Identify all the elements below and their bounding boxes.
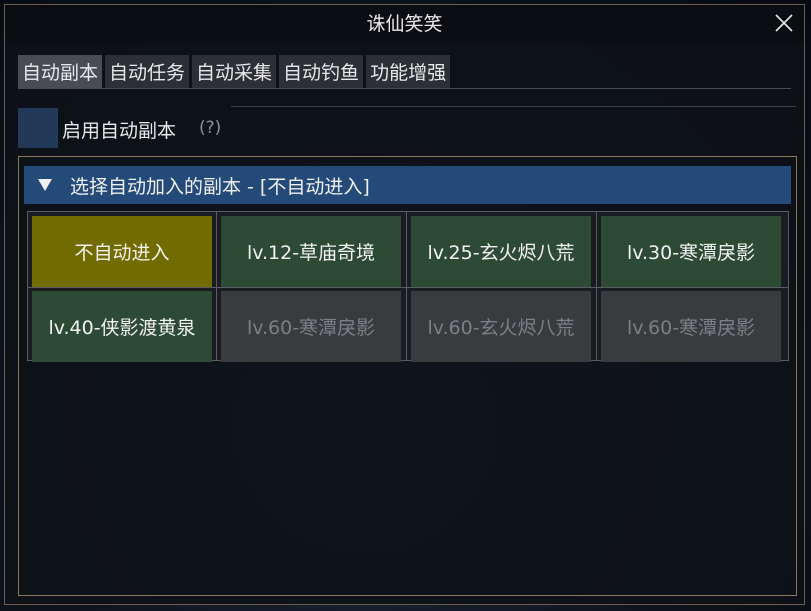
dungeon-select-header[interactable]: 选择自动加入的副本 - [不自动进入]	[24, 166, 791, 204]
section-divider	[231, 106, 796, 107]
dungeon-option-lv60-xuanhuo[interactable]: lv.60-玄火烬八荒	[411, 291, 591, 362]
enable-auto-dungeon-checkbox[interactable]	[18, 108, 58, 148]
dungeon-select-group: 选择自动加入的副本 - [不自动进入] 不自动进入 lv.12-草庙奇境 lv.…	[18, 156, 797, 596]
grid-divider	[28, 287, 788, 288]
tab-auto-quest[interactable]: 自动任务	[105, 55, 190, 88]
dungeon-option-lv60-hantan-2[interactable]: lv.60-寒潭戾影	[601, 291, 781, 362]
tab-divider	[18, 88, 791, 89]
tab-bar: 自动副本 自动任务 自动采集 自动钓鱼 功能增强	[18, 55, 451, 88]
grid-divider	[596, 212, 597, 360]
tab-auto-dungeon[interactable]: 自动副本	[18, 55, 103, 88]
window-title: 诛仙笑笑	[366, 13, 443, 35]
dungeon-select-header-text: 选择自动加入的副本 - [不自动进入]	[70, 175, 370, 198]
grid-divider	[406, 212, 407, 360]
grid-divider	[216, 212, 217, 360]
tab-enhancements[interactable]: 功能增强	[366, 55, 451, 88]
dungeon-option-lv12[interactable]: lv.12-草庙奇境	[221, 216, 401, 287]
tab-auto-fishing[interactable]: 自动钓鱼	[279, 55, 364, 88]
help-marker[interactable]: (?)	[199, 118, 221, 138]
dungeon-option-lv60-hantan[interactable]: lv.60-寒潭戾影	[221, 291, 401, 362]
enable-auto-dungeon-label: 启用自动副本	[62, 120, 177, 142]
main-window: 诛仙笑笑 自动副本 自动任务 自动采集 自动钓鱼 功能增强 启用自动副本 (?)…	[4, 4, 805, 605]
tab-auto-gather[interactable]: 自动采集	[192, 55, 277, 88]
dungeon-option-lv30[interactable]: lv.30-寒潭戾影	[601, 216, 781, 287]
triangle-down-icon	[38, 179, 52, 191]
dungeon-option-grid: 不自动进入 lv.12-草庙奇境 lv.25-玄火烬八荒 lv.30-寒潭戾影 …	[27, 211, 789, 362]
dungeon-option-lv25[interactable]: lv.25-玄火烬八荒	[411, 216, 591, 287]
dungeon-option-lv40[interactable]: lv.40-侠影渡黄泉	[32, 291, 212, 362]
title-bar[interactable]: 诛仙笑笑	[5, 5, 804, 43]
dungeon-option-none[interactable]: 不自动进入	[32, 216, 212, 287]
close-icon[interactable]	[772, 11, 796, 35]
